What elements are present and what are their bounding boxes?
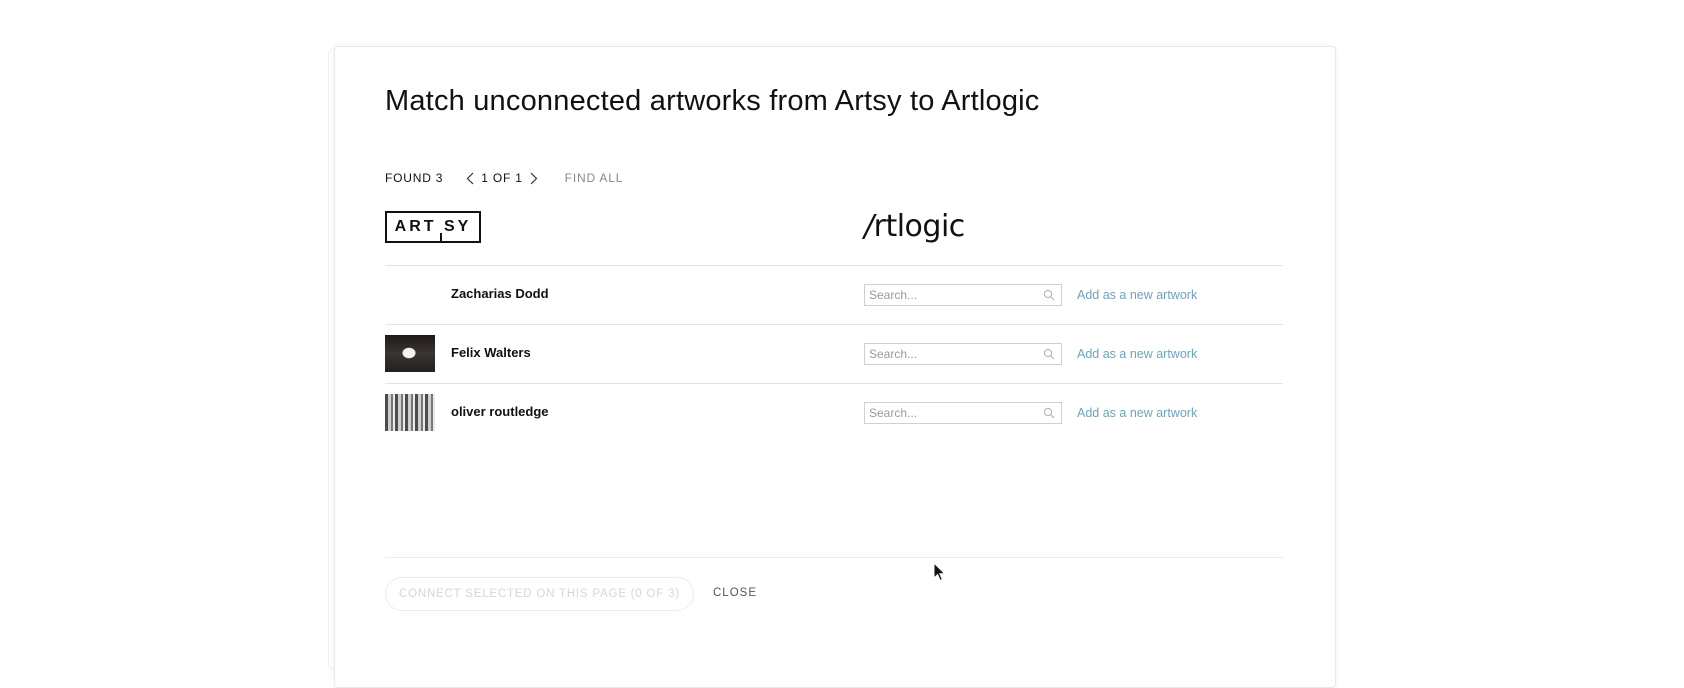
artsy-logo-tick: [440, 233, 442, 242]
add-new-artwork-link[interactable]: Add as a new artwork: [1077, 347, 1197, 361]
search-icon: [1043, 407, 1055, 419]
add-new-artwork-link[interactable]: Add as a new artwork: [1077, 288, 1197, 302]
find-all-button[interactable]: FIND ALL: [565, 171, 623, 185]
list-item: Felix Walters Add as a new artwork: [385, 325, 1283, 384]
artlogic-logo-slash: /: [864, 209, 874, 244]
mouse-pointer-icon: [933, 562, 947, 582]
search-input[interactable]: [865, 344, 1039, 364]
page-indicator: 1 OF 1: [481, 171, 523, 185]
artlogic-search-field[interactable]: [864, 284, 1062, 306]
footer-divider: [385, 557, 1283, 558]
previous-page-icon[interactable]: [461, 169, 479, 187]
artist-name: oliver routledge: [451, 404, 549, 419]
artist-name: Zacharias Dodd: [451, 286, 549, 301]
artwork-thumbnail: [385, 335, 435, 372]
results-pager: FOUND 3 1 OF 1 FIND ALL: [385, 169, 623, 187]
match-artworks-dialog: Match unconnected artworks from Artsy to…: [334, 46, 1336, 688]
artsy-logo-text: ART SY: [394, 218, 472, 235]
artlogic-logo: /rtlogic: [864, 209, 965, 244]
artist-name: Felix Walters: [451, 345, 531, 360]
dialog-title: Match unconnected artworks from Artsy to…: [385, 85, 1040, 117]
next-page-icon[interactable]: [525, 169, 543, 187]
artwork-match-list: Zacharias Dodd Add as a new artwork Feli…: [385, 265, 1283, 442]
artlogic-logo-text: rtlogic: [873, 209, 966, 244]
connect-selected-label: CONNECT SELECTED ON THIS PAGE (0 OF 3): [399, 588, 680, 600]
close-button[interactable]: CLOSE: [713, 587, 757, 599]
list-item: oliver routledge Add as a new artwork: [385, 384, 1283, 442]
artsy-logo: ART SY: [385, 211, 481, 243]
search-input[interactable]: [865, 285, 1039, 305]
search-icon: [1043, 289, 1055, 301]
list-item: Zacharias Dodd Add as a new artwork: [385, 266, 1283, 325]
artwork-thumbnail: [385, 394, 435, 431]
connect-selected-button[interactable]: CONNECT SELECTED ON THIS PAGE (0 OF 3): [385, 577, 694, 611]
artlogic-search-field[interactable]: [864, 343, 1062, 365]
search-icon: [1043, 348, 1055, 360]
search-input[interactable]: [865, 403, 1039, 423]
add-new-artwork-link[interactable]: Add as a new artwork: [1077, 406, 1197, 420]
artlogic-search-field[interactable]: [864, 402, 1062, 424]
found-count: FOUND 3: [385, 171, 444, 185]
